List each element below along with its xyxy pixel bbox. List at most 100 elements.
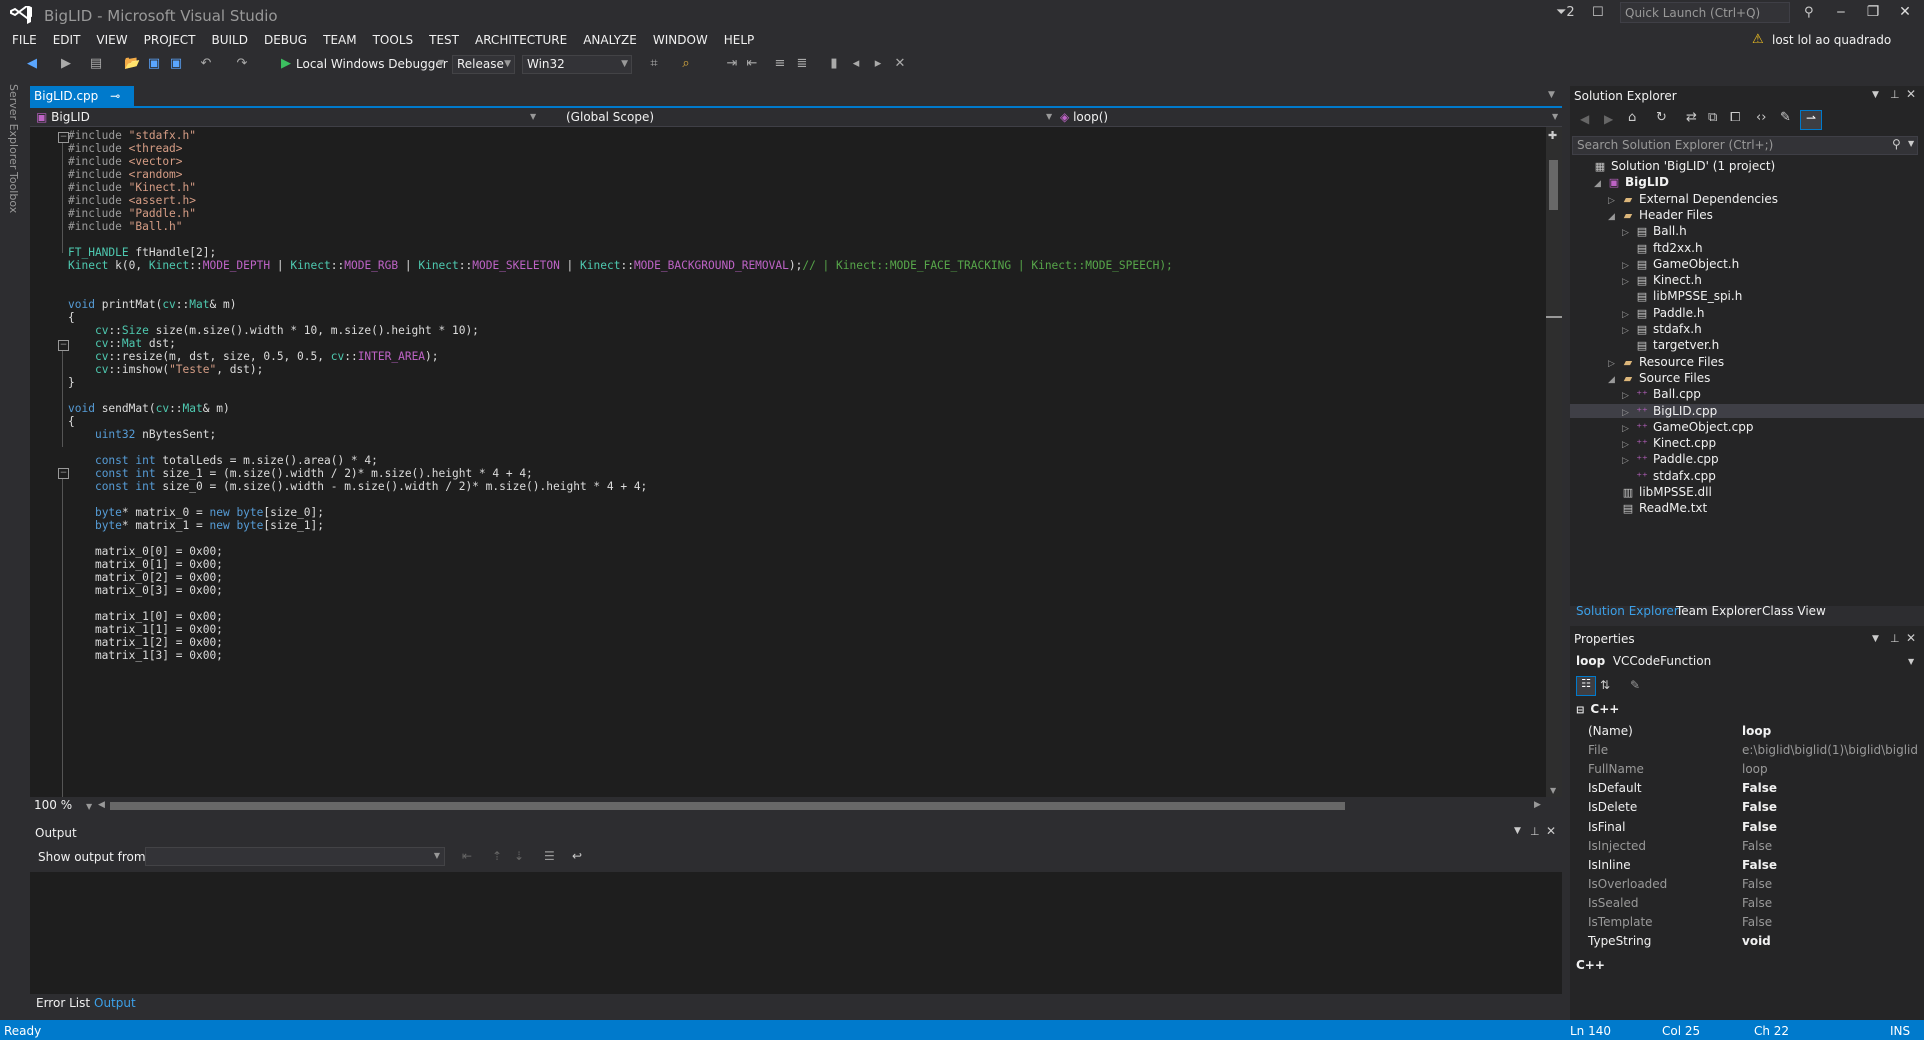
window-position-icon[interactable]: ▼ — [1514, 826, 1521, 836]
back-icon[interactable]: ◀ — [24, 56, 40, 72]
menu-help[interactable]: HELP — [716, 30, 763, 50]
output-source-select[interactable]: ▼ — [145, 847, 445, 866]
member-dropdown[interactable]: ◈ loop() ▼ — [1060, 108, 1560, 126]
forward-icon[interactable]: ▶ — [1604, 112, 1613, 126]
category-header[interactable]: ⊟ C++ — [1576, 702, 1619, 716]
restore-button[interactable]: ❐ — [1858, 4, 1888, 24]
tree-item[interactable]: ▷ ▤ Paddle.h — [1622, 306, 1704, 320]
property-pages-icon[interactable]: ✎ — [1630, 678, 1640, 692]
vertical-scrollbar[interactable] — [1546, 127, 1562, 797]
property-row[interactable]: FullName loop — [1588, 760, 1918, 779]
collapsed-arrow-icon[interactable]: ▷ — [1622, 408, 1634, 418]
property-row[interactable]: IsFinal False — [1588, 818, 1918, 837]
collapsed-arrow-icon[interactable]: ▷ — [1622, 310, 1634, 320]
properties-icon[interactable]: ✎ — [1780, 110, 1791, 125]
tree-item[interactable]: ◢ ▰ Source Files — [1608, 371, 1710, 385]
collapsed-arrow-icon[interactable]: ▷ — [1622, 261, 1634, 271]
menu-analyze[interactable]: ANALYZE — [575, 30, 645, 50]
find-message-icon[interactable]: ⇤ — [462, 849, 472, 863]
chevron-down-icon[interactable]: ▼ — [1908, 657, 1914, 666]
undo-icon[interactable]: ↶ — [198, 56, 214, 72]
chevron-down-icon[interactable]: ▼ — [1908, 139, 1914, 148]
solution-platform-select[interactable]: Win32 ▼ — [522, 55, 632, 74]
home-icon[interactable]: ⌂ — [1628, 110, 1636, 125]
tree-item[interactable]: ▷ ▰ Resource Files — [1608, 355, 1724, 369]
tree-item[interactable]: ▷ ▤ GameObject.h — [1622, 257, 1739, 271]
menu-project[interactable]: PROJECT — [136, 30, 204, 50]
property-row[interactable]: IsDelete False — [1588, 798, 1918, 817]
close-button[interactable]: ✕ — [1890, 4, 1920, 24]
scroll-down-icon[interactable]: ▼ — [1550, 786, 1556, 795]
scope-dropdown[interactable]: (Global Scope) ▼ — [566, 108, 1052, 126]
show-all-files-icon[interactable]: ⧠ — [1730, 110, 1740, 125]
expanded-arrow-icon[interactable]: ◢ — [1608, 375, 1620, 385]
collapse-all-icon[interactable]: ⧉ — [1708, 110, 1717, 125]
tree-item[interactable]: ▷ ⁺⁺ Paddle.cpp — [1622, 452, 1719, 466]
solution-search-input[interactable]: Search Solution Explorer (Ctrl+;) — [1572, 136, 1918, 155]
start-debugging-icon[interactable]: ▶ — [278, 56, 294, 72]
tree-item[interactable]: ◢ ▰ Header Files — [1608, 208, 1713, 222]
previous-message-icon[interactable]: ⇡ — [492, 849, 502, 863]
toggle-word-wrap-icon[interactable]: ↩ — [572, 849, 582, 863]
server-explorer-tab[interactable]: Server Explorer — [7, 84, 20, 169]
close-icon[interactable]: ✕ — [1546, 824, 1556, 838]
tree-item[interactable]: ⁺⁺ stdafx.cpp — [1622, 469, 1716, 483]
uncomment-icon[interactable]: ≣ — [794, 56, 810, 72]
refresh-icon[interactable]: ⇄ — [1686, 110, 1697, 125]
tab-output[interactable]: Output — [94, 996, 136, 1010]
property-row[interactable]: IsSealed False — [1588, 894, 1918, 913]
back-icon[interactable]: ◀ — [1580, 112, 1589, 126]
tree-item[interactable]: ◢ ▣ BigLID — [1594, 175, 1669, 189]
output-text-area[interactable] — [30, 872, 1562, 994]
collapsed-arrow-icon[interactable]: ▷ — [1622, 440, 1634, 450]
pin-icon[interactable]: ⊥ — [1530, 825, 1540, 838]
close-icon[interactable]: ✕ — [1906, 87, 1916, 101]
collapsed-arrow-icon[interactable]: ▷ — [1622, 326, 1634, 336]
chevron-down-icon[interactable]: ▼ — [438, 58, 444, 67]
bookmark-icon[interactable]: ▮ — [826, 56, 842, 72]
clear-all-icon[interactable]: ☰ — [544, 849, 555, 863]
tab-team-explorer[interactable]: Team Explorer — [1676, 604, 1762, 618]
split-editor-icon[interactable]: ✚ — [1548, 129, 1557, 142]
property-row[interactable]: IsInline False — [1588, 856, 1918, 875]
sync-icon[interactable]: ↻ — [1656, 110, 1667, 125]
collapsed-arrow-icon[interactable]: ▷ — [1622, 456, 1634, 466]
next-bookmark-icon[interactable]: ▸ — [870, 56, 886, 72]
close-icon[interactable]: ✕ — [1906, 631, 1916, 645]
quick-launch-input[interactable]: Quick Launch (Ctrl+Q) — [1620, 2, 1790, 23]
menu-test[interactable]: TEST — [421, 30, 467, 50]
expanded-arrow-icon[interactable]: ◢ — [1608, 212, 1620, 222]
pin-icon[interactable]: ⊸ — [110, 89, 120, 103]
view-code-icon[interactable]: ‹› — [1756, 110, 1766, 125]
collapsed-arrow-icon[interactable]: ▷ — [1622, 277, 1634, 287]
property-row[interactable]: IsTemplate False — [1588, 913, 1918, 932]
property-row[interactable]: IsInjected False — [1588, 837, 1918, 856]
tree-item[interactable]: ▷ ▤ Ball.h — [1622, 224, 1687, 238]
categorized-icon[interactable]: ☷ — [1576, 676, 1596, 696]
menu-tools[interactable]: TOOLS — [365, 30, 422, 50]
menu-edit[interactable]: EDIT — [45, 30, 89, 50]
collapsed-arrow-icon[interactable]: ▷ — [1608, 196, 1620, 206]
expanded-arrow-icon[interactable]: ◢ — [1594, 179, 1606, 189]
vertical-scroll-thumb[interactable] — [1549, 160, 1558, 210]
pin-icon[interactable]: ⊥ — [1890, 88, 1900, 101]
window-position-icon[interactable]: ▼ — [1872, 90, 1879, 100]
minimize-button[interactable]: ‒ — [1826, 4, 1856, 24]
tree-item[interactable]: ▷ ⁺⁺ BigLID.cpp — [1570, 403, 1924, 418]
new-project-icon[interactable]: ▤ — [88, 56, 104, 72]
next-message-icon[interactable]: ⇣ — [514, 849, 524, 863]
property-row[interactable]: IsOverloaded False — [1588, 875, 1918, 894]
menu-team[interactable]: TEAM — [315, 30, 364, 50]
tab-biglid-cpp[interactable]: BigLID.cpp ⊸ ✕ — [30, 86, 134, 123]
toolbox-tab[interactable]: Toolbox — [7, 172, 20, 213]
indent-icon[interactable]: ⇥ — [724, 56, 740, 72]
save-icon[interactable]: ▣ — [146, 56, 162, 72]
tab-solution-explorer[interactable]: Solution Explorer — [1576, 604, 1679, 618]
zoom-dropdown[interactable]: 100 % ▼ — [34, 798, 92, 812]
filter-notifications-icon[interactable]: ⏷2 — [1556, 5, 1575, 20]
start-debugger-button[interactable]: Local Windows Debugger — [296, 57, 448, 71]
tree-item[interactable]: ▤ ReadMe.txt — [1608, 501, 1707, 515]
menu-debug[interactable]: DEBUG — [256, 30, 315, 50]
tab-error-list[interactable]: Error List — [36, 996, 90, 1010]
feedback-icon[interactable]: ☐ — [1592, 5, 1604, 20]
